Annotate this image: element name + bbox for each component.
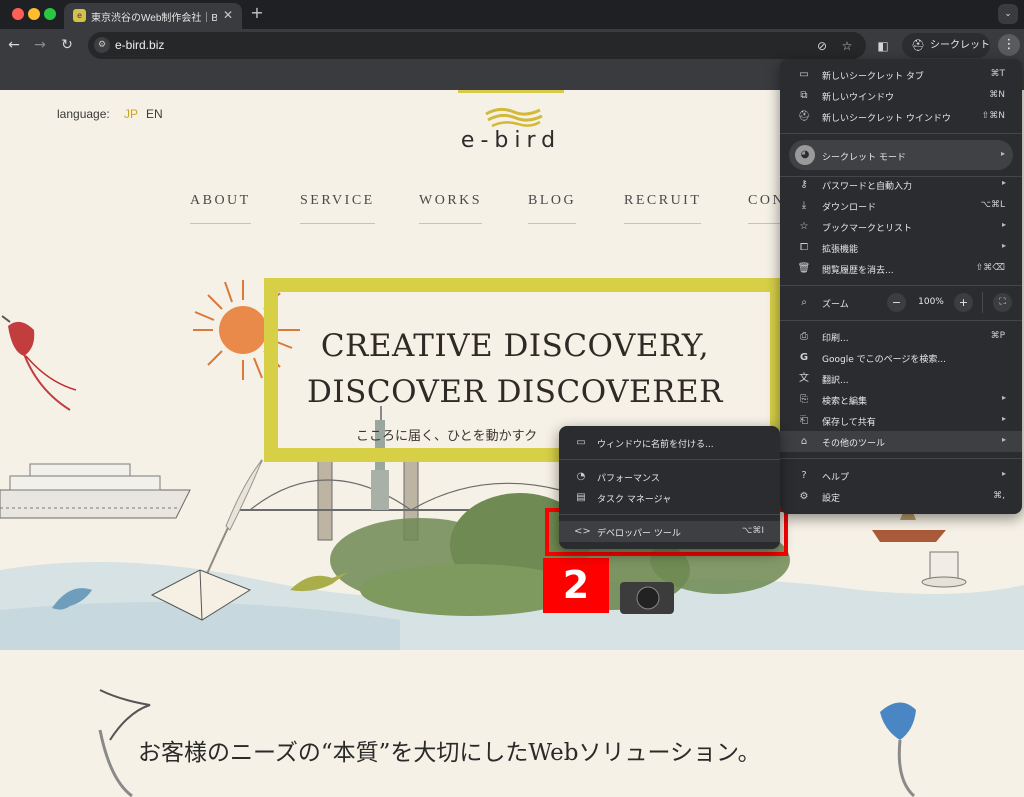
- new-window-icon: ⧉: [800, 90, 808, 101]
- hero-title-line1: CREATIVE DISCOVERY,: [320, 328, 710, 364]
- menu-bookmarks-lists[interactable]: ☆ ブックマークとリスト ▸: [780, 216, 1022, 237]
- chevron-right-icon: ▸: [1000, 149, 1005, 158]
- chevron-right-icon: ▸: [1001, 435, 1006, 444]
- extension-icon: ⧠: [800, 242, 808, 253]
- menu-divider: [780, 285, 1022, 286]
- menu-save-share[interactable]: ⎗ 保存して共有 ▸: [780, 410, 1022, 431]
- browser-tab[interactable]: e 東京渋谷のWeb制作会社｜BtoB ✕: [64, 3, 242, 29]
- menu-help[interactable]: ? ヘルプ ▸: [780, 465, 1022, 486]
- zoom-in-button[interactable]: +: [954, 293, 973, 312]
- chevron-right-icon: ▸: [1001, 220, 1006, 229]
- favicon-icon: e: [73, 9, 86, 22]
- bird-illustration-left: [1, 315, 77, 411]
- trash-icon: 🗑: [797, 263, 811, 274]
- chevron-right-icon: ▸: [1001, 241, 1006, 250]
- bluebird-illustration-right: [880, 702, 916, 797]
- submenu-developer-tools[interactable]: <> デベロッパー ツール ⌥⌘I: [559, 521, 780, 542]
- zoom-value: 100%: [918, 297, 944, 307]
- camera-illustration: [620, 582, 674, 614]
- menu-divider: [780, 320, 1022, 321]
- side-panel-icon[interactable]: ◧: [874, 37, 892, 55]
- menu-translate[interactable]: 文 翻訳...: [780, 368, 1022, 389]
- zoom-out-button[interactable]: −: [887, 293, 906, 312]
- menu-search-edit[interactable]: ⎘ 検索と編集 ▸: [780, 389, 1022, 410]
- url-text[interactable]: e-bird.biz: [115, 38, 164, 52]
- back-arrow-icon[interactable]: ←: [4, 35, 24, 55]
- window-name-icon: ▭: [576, 437, 586, 448]
- menu-settings[interactable]: ⚙ 設定 ⌘,: [780, 486, 1022, 507]
- star-icon: ☆: [799, 221, 809, 232]
- section-heading: お客様のニーズの“本質”を大切にしたWebソリューション。: [138, 740, 761, 766]
- incognito-icon: ⛑: [797, 111, 811, 122]
- print-icon: ⎙: [800, 331, 808, 342]
- key-icon: ⚷: [800, 179, 808, 190]
- devtools-icon: <>: [574, 526, 591, 537]
- close-window-button[interactable]: [12, 8, 24, 20]
- tab-title: 東京渋谷のWeb制作会社｜BtoB: [91, 13, 217, 24]
- chevron-right-icon: ▸: [1001, 469, 1006, 478]
- chrome-menu: ▭ 新しいシークレット タブ ⌘T ⧉ 新しいウインドウ ⌘N ⛑ 新しいシーク…: [780, 59, 1022, 514]
- google-icon: G: [799, 352, 809, 363]
- menu-divider: [559, 459, 780, 460]
- menu-new-incognito-window[interactable]: ⛑ 新しいシークレット ウインドウ ⇧⌘N: [780, 106, 1022, 127]
- menu-print[interactable]: ⎙ 印刷... ⌘P: [780, 326, 1022, 347]
- submenu-performance[interactable]: ◔ パフォーマンス: [559, 466, 780, 487]
- menu-new-incognito-tab[interactable]: ▭ 新しいシークレット タブ ⌘T: [780, 64, 1022, 85]
- incognito-badge[interactable]: ⛑ シークレット: [902, 33, 990, 58]
- maximize-window-button[interactable]: [44, 8, 56, 20]
- menu-passwords-autofill[interactable]: ⚷ パスワードと自動入力 ▸: [780, 174, 1022, 195]
- menu-new-window[interactable]: ⧉ 新しいウインドウ ⌘N: [780, 85, 1022, 106]
- menu-extensions[interactable]: ⧠ 拡張機能 ▸: [780, 237, 1022, 258]
- zoom-icon: ⌕: [801, 297, 807, 308]
- incognito-avatar-icon: ◕: [795, 145, 815, 165]
- menu-divider: [559, 514, 780, 515]
- settings-icon: ⚙: [799, 491, 809, 502]
- hero-title-line2: DISCOVER DISCOVERER: [307, 374, 723, 410]
- fullscreen-button[interactable]: ⛶: [993, 293, 1012, 312]
- more-tools-submenu: ▭ ウィンドウに名前を付ける... ◔ パフォーマンス ▤ タスク マネージャ …: [559, 426, 780, 549]
- toolbar: ← → ↻ ⚙ e-bird.biz ⊘ ☆ ◧ ⛑ シークレット ⋮: [0, 29, 1024, 62]
- performance-icon: ◔: [576, 471, 586, 482]
- chevron-right-icon: ▸: [1001, 414, 1006, 423]
- menu-incognito-mode[interactable]: ◕ シークレット モード ▸: [789, 140, 1013, 170]
- incognito-icon: ⛑: [911, 39, 925, 52]
- minimize-window-button[interactable]: [28, 8, 40, 20]
- ship-illustration: [0, 463, 191, 519]
- submenu-name-window[interactable]: ▭ ウィンドウに名前を付ける...: [559, 432, 780, 453]
- chevron-right-icon: ▸: [1001, 393, 1006, 402]
- incognito-label: シークレット: [930, 40, 990, 51]
- menu-google-search-page[interactable]: G Google でこのページを検索...: [780, 347, 1022, 368]
- submenu-task-manager[interactable]: ▤ タスク マネージャ: [559, 487, 780, 508]
- site-info-icon[interactable]: ⚙: [94, 37, 110, 53]
- menu-divider: [780, 458, 1022, 459]
- menu-divider: [780, 133, 1022, 134]
- chrome-menu-button[interactable]: ⋮: [998, 34, 1020, 56]
- address-bar[interactable]: ⚙ e-bird.biz ⊘ ☆: [88, 32, 866, 59]
- menu-downloads[interactable]: ⤓ ダウンロード ⌥⌘L: [780, 195, 1022, 216]
- bookmark-star-icon[interactable]: ☆: [838, 37, 856, 55]
- reload-icon[interactable]: ↻: [57, 35, 77, 55]
- save-share-icon: ⎗: [800, 415, 808, 426]
- toolbox-icon: ⌂: [800, 436, 808, 447]
- new-tab-icon: ▭: [799, 69, 809, 80]
- close-tab-icon[interactable]: ✕: [220, 7, 236, 23]
- eye-off-icon[interactable]: ⊘: [813, 37, 831, 55]
- menu-divider: [982, 292, 983, 313]
- tab-search-button[interactable]: ⌄: [998, 4, 1018, 24]
- download-icon: ⤓: [801, 200, 807, 211]
- chevron-right-icon: ▸: [1001, 178, 1006, 187]
- menu-zoom-row: ⌕ ズーム − 100% + ⛶: [780, 292, 1022, 313]
- help-icon: ?: [801, 470, 807, 481]
- menu-more-tools[interactable]: ⌂ その他のツール ▸: [780, 431, 1022, 452]
- hero-subtitle: こころに届く、ひとを動かすク: [356, 429, 538, 444]
- search-edit-icon: ⎘: [800, 394, 808, 405]
- task-manager-icon: ▤: [576, 492, 586, 503]
- tab-strip: e 東京渋谷のWeb制作会社｜BtoB ✕ + ⌄: [0, 0, 1024, 29]
- new-tab-button[interactable]: +: [248, 4, 266, 22]
- translate-icon: 文: [799, 373, 809, 384]
- forward-arrow-icon[interactable]: →: [30, 35, 50, 55]
- cup-illustration: [921, 551, 967, 588]
- menu-clear-history[interactable]: 🗑 閲覧履歴を消去... ⇧⌘⌫: [780, 258, 1022, 279]
- step-number-badge: 2: [543, 558, 609, 613]
